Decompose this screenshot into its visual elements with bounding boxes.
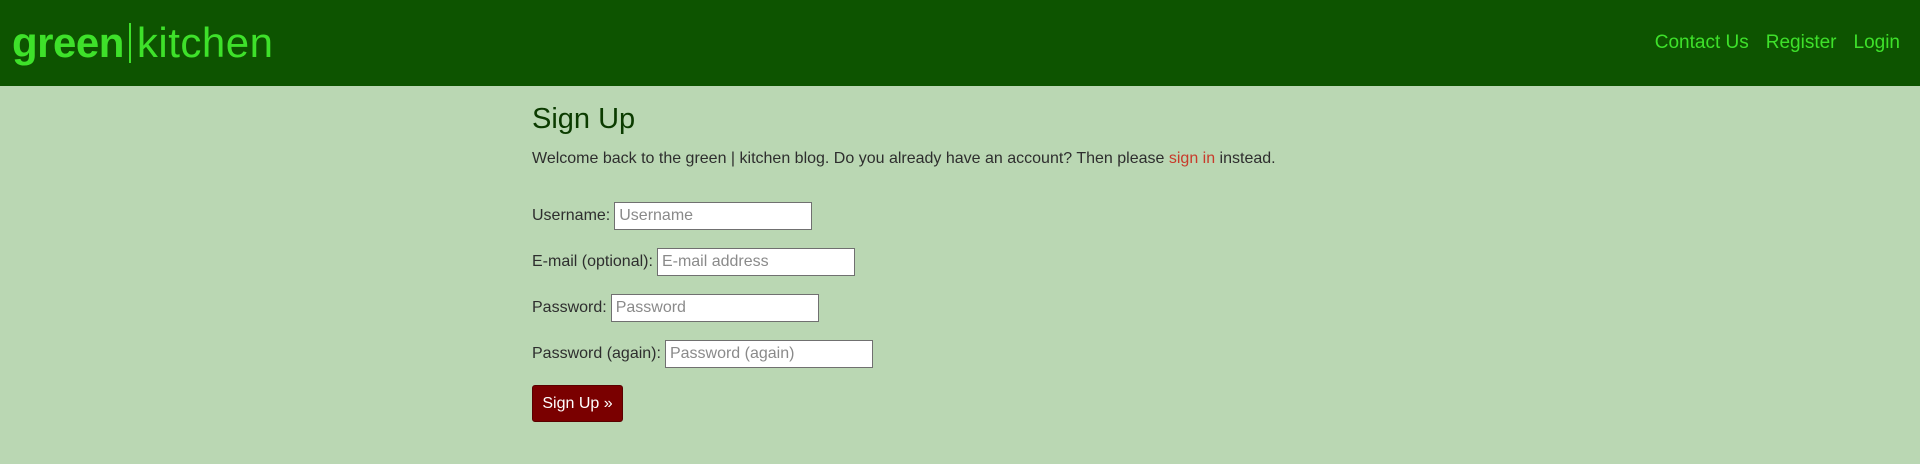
nav-contact-us-link[interactable]: Contact Us xyxy=(1655,30,1749,56)
intro-text: Welcome back to the green | kitchen blog… xyxy=(532,148,1432,170)
password-again-label: Password (again): xyxy=(532,345,661,362)
top-navbar: green kitchen Contact Us Register Login xyxy=(0,0,1920,86)
password-again-row: Password (again): xyxy=(532,339,1432,369)
username-row: Username: xyxy=(532,201,1432,231)
main-content: Sign Up Welcome back to the green | kitc… xyxy=(532,100,1432,422)
nav-login-link[interactable]: Login xyxy=(1854,30,1901,56)
sign-in-link[interactable]: sign in xyxy=(1169,150,1215,167)
nav-register-link[interactable]: Register xyxy=(1766,30,1837,56)
email-label: E-mail (optional): xyxy=(532,253,653,270)
email-input[interactable] xyxy=(656,248,855,276)
nav-links: Contact Us Register Login xyxy=(1655,30,1900,56)
password-input[interactable] xyxy=(610,294,819,322)
brand-name-light: kitchen xyxy=(136,19,274,66)
password-row: Password: xyxy=(532,293,1432,323)
password-label: Password: xyxy=(532,299,607,316)
page-title: Sign Up xyxy=(532,103,636,135)
site-logo[interactable]: green kitchen xyxy=(12,18,273,68)
sign-up-button[interactable]: Sign Up » xyxy=(532,385,623,422)
password-again-input[interactable] xyxy=(664,340,873,368)
brand-divider xyxy=(128,23,131,63)
intro-text-before: Welcome back to the green | kitchen blog… xyxy=(532,150,1169,167)
email-row: E-mail (optional): xyxy=(532,247,1432,277)
intro-text-after: instead. xyxy=(1215,150,1276,167)
username-input[interactable] xyxy=(614,202,813,230)
brand-name-bold: green xyxy=(12,19,124,66)
signup-form: Username: E-mail (optional): Password: P… xyxy=(532,201,1432,422)
username-label: Username: xyxy=(532,207,611,224)
